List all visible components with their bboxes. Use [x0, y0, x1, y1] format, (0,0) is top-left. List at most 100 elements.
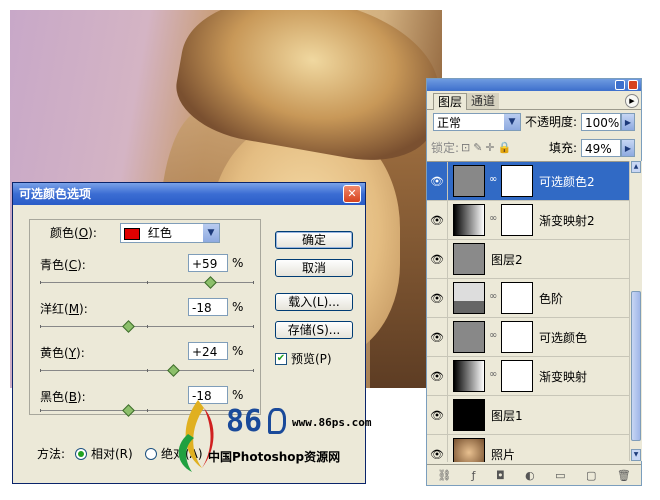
- opacity-stepper[interactable]: ▶: [621, 113, 635, 131]
- eye-icon[interactable]: 👁: [427, 240, 448, 278]
- load-button[interactable]: 载入(L)...: [275, 293, 353, 311]
- cyan-slider[interactable]: [40, 276, 254, 289]
- fill-stepper[interactable]: ▶: [621, 139, 635, 157]
- layer-row[interactable]: 👁 图层1: [427, 396, 629, 435]
- opacity-input[interactable]: 100%: [581, 113, 621, 131]
- layer-thumb: [453, 399, 485, 431]
- watermark-ps-mark: [268, 408, 286, 434]
- cyan-label: 青色(C):: [40, 258, 86, 272]
- levels-icon: [453, 282, 485, 314]
- fill-input[interactable]: 49%: [581, 139, 621, 157]
- link-layers-icon[interactable]: ⛓: [437, 469, 451, 482]
- new-layer-icon[interactable]: ▢: [586, 469, 596, 482]
- tab-channels[interactable]: 通道: [467, 93, 500, 109]
- eye-icon[interactable]: 👁: [427, 435, 448, 462]
- gradient-map-icon: [453, 204, 485, 236]
- new-group-icon[interactable]: ▭: [555, 469, 565, 482]
- add-mask-icon[interactable]: ◘: [496, 469, 505, 482]
- watermark: 86 www.86ps.com 中国Photoshop资源网: [168, 394, 371, 484]
- link-icon: ∞: [489, 330, 498, 341]
- cyan-slider-knob[interactable]: [204, 276, 217, 289]
- panel-menu-icon[interactable]: ▶: [625, 94, 639, 108]
- layers-panel-titlebar[interactable]: [427, 79, 641, 91]
- preview-label: 预览(P): [291, 352, 332, 366]
- layer-name: 照片: [491, 448, 516, 462]
- new-adjustment-icon[interactable]: ◐: [525, 469, 535, 482]
- yellow-label: 黄色(Y):: [40, 346, 85, 360]
- layers-bottom-toolbar: ⛓ ƒ ◘ ◐ ▭ ▢ 🗑: [427, 464, 641, 485]
- layer-name: 渐变映射: [539, 370, 588, 384]
- color-group: 颜色(O): 红色 ▼ 青色(C): +59 % 洋红(M): -18 % 黄色…: [29, 219, 261, 417]
- eye-icon[interactable]: 👁: [427, 318, 448, 356]
- cyan-input[interactable]: +59: [188, 254, 228, 272]
- magenta-input[interactable]: -18: [188, 298, 228, 316]
- black-slider-knob[interactable]: [121, 404, 135, 417]
- close-icon[interactable]: ✕: [343, 185, 361, 203]
- close-icon[interactable]: [628, 80, 638, 90]
- blend-mode-value: 正常: [437, 116, 462, 130]
- scroll-up-icon[interactable]: ▲: [631, 161, 641, 173]
- eye-icon[interactable]: 👁: [427, 279, 448, 317]
- minimize-icon[interactable]: [615, 80, 625, 90]
- link-icon: ∞: [489, 213, 498, 224]
- magenta-slider[interactable]: [40, 320, 254, 333]
- layer-name: 图层1: [491, 409, 523, 423]
- method-absolute-radio[interactable]: [145, 448, 157, 460]
- colors-select[interactable]: 红色 ▼: [120, 223, 220, 243]
- layer-mask-thumb: [501, 204, 533, 236]
- layers-panel: 图层 通道 ▶ 正常 ▼ 不透明度: 100% ▶ 锁定: ⊡✎✛🔒 填充: 4…: [426, 78, 642, 486]
- colors-label: 颜色(O):: [50, 226, 97, 240]
- layer-row[interactable]: 👁 照片: [427, 435, 629, 462]
- trash-icon[interactable]: 🗑: [617, 469, 631, 482]
- cancel-button[interactable]: 取消: [275, 259, 353, 277]
- layer-mask-thumb: [501, 360, 533, 392]
- adjustment-icon: [453, 321, 485, 353]
- scrollbar-thumb[interactable]: [631, 291, 641, 441]
- layer-row[interactable]: 👁 ∞ 可选颜色2: [427, 162, 629, 201]
- photo-thumb: [453, 438, 485, 462]
- layer-row[interactable]: 👁 图层2: [427, 240, 629, 279]
- lock-label: 锁定:: [431, 141, 460, 155]
- dialog-titlebar[interactable]: 可选颜色选项 ✕: [13, 183, 365, 205]
- layer-name: 图层2: [491, 253, 523, 267]
- eye-icon[interactable]: 👁: [427, 357, 448, 395]
- adjustment-icon: [453, 165, 485, 197]
- layer-style-icon[interactable]: ƒ: [472, 469, 476, 482]
- layer-row[interactable]: 👁 ∞ 可选颜色: [427, 318, 629, 357]
- scroll-down-icon[interactable]: ▼: [631, 449, 641, 461]
- yellow-slider-knob[interactable]: [166, 364, 180, 377]
- cyan-unit: %: [232, 256, 244, 270]
- blend-row: 正常 ▼ 不透明度: 100% ▶: [427, 111, 641, 133]
- swatch: [124, 228, 140, 240]
- layer-thumb: [453, 243, 485, 275]
- lock-icons[interactable]: ⊡✎✛🔒: [461, 139, 514, 157]
- watermark-tagline: 中国Photoshop资源网: [208, 450, 341, 464]
- colors-value: 红色: [147, 226, 172, 240]
- eye-icon[interactable]: 👁: [427, 201, 448, 239]
- save-button[interactable]: 存储(S)...: [275, 321, 353, 339]
- layer-name: 渐变映射2: [539, 214, 595, 228]
- yellow-slider[interactable]: [40, 364, 254, 377]
- layer-row[interactable]: 👁 ∞ 渐变映射2: [427, 201, 629, 240]
- eye-icon[interactable]: 👁: [427, 396, 448, 434]
- layer-row[interactable]: 👁 ∞ 色阶: [427, 279, 629, 318]
- method-relative-radio[interactable]: [75, 448, 87, 460]
- magenta-unit: %: [232, 300, 244, 314]
- tab-layers[interactable]: 图层: [433, 93, 468, 110]
- magenta-slider-knob[interactable]: [121, 320, 135, 333]
- preview-checkbox[interactable]: ✔: [275, 353, 287, 365]
- chevron-down-icon: ▼: [504, 114, 520, 130]
- eye-icon[interactable]: 👁: [427, 162, 448, 200]
- layer-name: 可选颜色: [539, 331, 588, 345]
- layer-list-scrollbar[interactable]: ▲ ▼: [629, 161, 642, 461]
- yellow-input[interactable]: +24: [188, 342, 228, 360]
- opacity-label: 不透明度:: [525, 115, 578, 129]
- layer-row[interactable]: 👁 ∞ 渐变映射: [427, 357, 629, 396]
- link-icon: ∞: [489, 369, 498, 380]
- lock-row: 锁定: ⊡✎✛🔒 填充: 49% ▶: [427, 137, 641, 159]
- layer-mask-thumb: [501, 165, 533, 197]
- blend-mode-select[interactable]: 正常 ▼: [433, 113, 521, 131]
- layer-list: 👁 ∞ 可选颜色2 👁 ∞ 渐变映射2 👁 图层2 👁 ∞ 色阶 👁 ∞ 可选颜…: [427, 161, 629, 462]
- watermark-number: 86: [226, 404, 263, 439]
- ok-button[interactable]: 确定: [275, 231, 353, 249]
